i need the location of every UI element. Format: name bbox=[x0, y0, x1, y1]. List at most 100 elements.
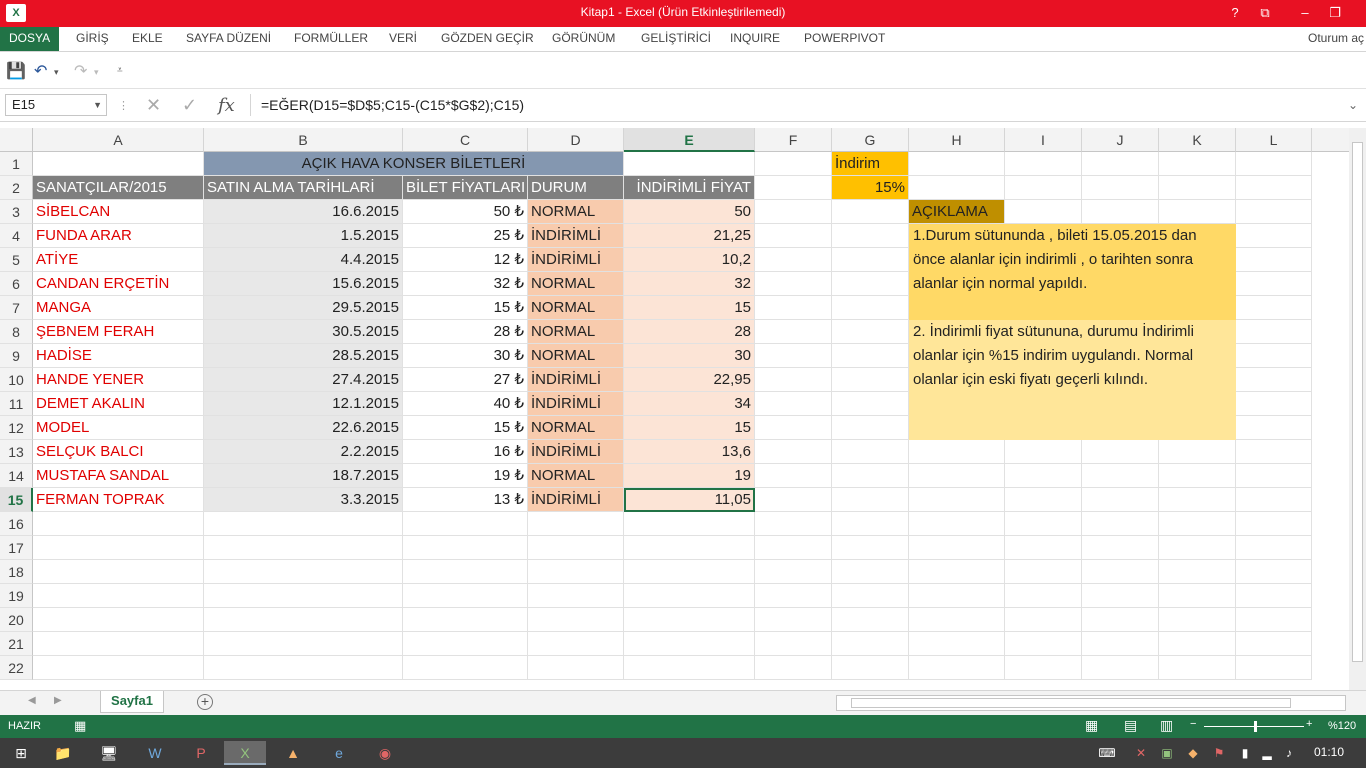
tab-sayfa-duzeni[interactable]: SAYFA DÜZENİ bbox=[186, 27, 271, 51]
column-header-g[interactable]: G bbox=[832, 128, 909, 152]
status-cell[interactable]: NORMAL bbox=[528, 464, 624, 488]
date-cell[interactable]: 12.1.2015 bbox=[204, 392, 403, 416]
grid-cell[interactable] bbox=[1005, 200, 1082, 224]
artist-cell[interactable]: FERMAN TOPRAK bbox=[33, 488, 204, 512]
status-cell[interactable]: İNDİRİMLİ bbox=[528, 224, 624, 248]
grid-cell[interactable] bbox=[204, 656, 403, 680]
row-header-14[interactable]: 14 bbox=[0, 464, 33, 488]
column-header-h[interactable]: H bbox=[909, 128, 1005, 152]
grid-cell[interactable] bbox=[204, 608, 403, 632]
discounted-price-cell[interactable]: 30 bbox=[624, 344, 755, 368]
row-header-8[interactable]: 8 bbox=[0, 320, 33, 344]
artist-cell[interactable]: FUNDA ARAR bbox=[33, 224, 204, 248]
status-cell[interactable]: İNDİRİMLİ bbox=[528, 440, 624, 464]
volume-icon[interactable]: ♪ bbox=[1268, 741, 1310, 765]
artist-cell[interactable]: SELÇUK BALCI bbox=[33, 440, 204, 464]
grid-cell[interactable] bbox=[403, 512, 528, 536]
status-cell[interactable]: NORMAL bbox=[528, 296, 624, 320]
grid-cell[interactable] bbox=[624, 560, 755, 584]
discount-label[interactable]: İndirim bbox=[832, 152, 909, 176]
internet-explorer-icon[interactable]: e bbox=[318, 741, 360, 765]
undo-dropdown-icon[interactable]: ▾ bbox=[54, 67, 59, 78]
save-icon[interactable]: 💾 bbox=[6, 61, 26, 81]
grid-cell[interactable] bbox=[33, 152, 204, 176]
help-button[interactable]: ? bbox=[1220, 0, 1250, 27]
grid-cell[interactable] bbox=[755, 488, 832, 512]
row-header-2[interactable]: 2 bbox=[0, 176, 33, 200]
sign-in-link[interactable]: Oturum aç bbox=[1308, 27, 1364, 49]
date-cell[interactable]: 3.3.2015 bbox=[204, 488, 403, 512]
column-title[interactable]: İNDİRİMLİ FİYAT bbox=[624, 176, 755, 200]
column-header-m[interactable] bbox=[1312, 128, 1352, 152]
grid-cell[interactable] bbox=[1159, 176, 1236, 200]
grid-cell[interactable] bbox=[624, 152, 755, 176]
windows-start-icon[interactable]: ⊞ bbox=[0, 741, 42, 765]
date-cell[interactable]: 22.6.2015 bbox=[204, 416, 403, 440]
grid-cell[interactable] bbox=[832, 248, 909, 272]
grid-cell[interactable] bbox=[1005, 464, 1082, 488]
grid-cell[interactable] bbox=[909, 656, 1005, 680]
grid-cell[interactable] bbox=[832, 320, 909, 344]
clock[interactable]: 01:10 bbox=[1314, 745, 1344, 759]
grid-cell[interactable] bbox=[33, 608, 204, 632]
row-header-19[interactable]: 19 bbox=[0, 584, 33, 608]
price-cell[interactable]: 15 ₺ bbox=[403, 296, 528, 320]
tab-inquire[interactable]: INQUIRE bbox=[730, 27, 780, 51]
grid-cell[interactable] bbox=[755, 224, 832, 248]
grid-cell[interactable] bbox=[33, 632, 204, 656]
grid-cell[interactable] bbox=[528, 560, 624, 584]
grid-cell[interactable] bbox=[909, 512, 1005, 536]
row-header-15[interactable]: 15 bbox=[0, 488, 33, 512]
artist-cell[interactable]: DEMET AKALIN bbox=[33, 392, 204, 416]
grid-cell[interactable] bbox=[909, 560, 1005, 584]
grid-cell[interactable] bbox=[1236, 512, 1312, 536]
grid-cell[interactable] bbox=[1005, 608, 1082, 632]
discounted-price-cell[interactable]: 21,25 bbox=[624, 224, 755, 248]
grid-cell[interactable] bbox=[624, 632, 755, 656]
grid-cell[interactable] bbox=[755, 176, 832, 200]
grid-cell[interactable] bbox=[755, 632, 832, 656]
normal-view-icon[interactable]: ▦ bbox=[1085, 717, 1098, 734]
column-title[interactable]: SANATÇILAR/2015 bbox=[33, 176, 204, 200]
grid-cell[interactable] bbox=[33, 656, 204, 680]
explanation-title[interactable]: AÇIKLAMA bbox=[909, 200, 1005, 224]
grid-cell[interactable] bbox=[1236, 152, 1312, 176]
grid-cell[interactable] bbox=[204, 632, 403, 656]
grid-cell[interactable] bbox=[1159, 584, 1236, 608]
grid-cell[interactable] bbox=[1159, 656, 1236, 680]
grid-cell[interactable] bbox=[755, 344, 832, 368]
grid-cell[interactable] bbox=[832, 464, 909, 488]
price-cell[interactable]: 19 ₺ bbox=[403, 464, 528, 488]
zoom-slider-handle[interactable] bbox=[1254, 721, 1257, 732]
prev-sheet-icon[interactable]: ◀ bbox=[28, 695, 36, 706]
artist-cell[interactable]: MODEL bbox=[33, 416, 204, 440]
column-header-e[interactable]: E bbox=[624, 128, 755, 152]
macro-record-icon[interactable]: ▦ bbox=[74, 718, 86, 734]
column-header-d[interactable]: D bbox=[528, 128, 624, 152]
status-cell[interactable]: NORMAL bbox=[528, 344, 624, 368]
grid-cell[interactable] bbox=[1082, 176, 1159, 200]
grid-cell[interactable] bbox=[755, 656, 832, 680]
tab-powerpivot[interactable]: POWERPIVOT bbox=[804, 27, 885, 51]
grid-cell[interactable] bbox=[832, 296, 909, 320]
grid-cell[interactable] bbox=[1005, 440, 1082, 464]
column-title[interactable]: DURUM bbox=[528, 176, 624, 200]
discounted-price-cell[interactable]: 19 bbox=[624, 464, 755, 488]
grid-cell[interactable] bbox=[33, 560, 204, 584]
grid-cell[interactable] bbox=[832, 344, 909, 368]
redo-dropdown-icon[interactable]: ▾ bbox=[94, 67, 99, 78]
grid-cell[interactable] bbox=[832, 608, 909, 632]
row-header-22[interactable]: 22 bbox=[0, 656, 33, 680]
price-cell[interactable]: 50 ₺ bbox=[403, 200, 528, 224]
date-cell[interactable]: 27.4.2015 bbox=[204, 368, 403, 392]
date-cell[interactable]: 30.5.2015 bbox=[204, 320, 403, 344]
row-header-6[interactable]: 6 bbox=[0, 272, 33, 296]
date-cell[interactable]: 1.5.2015 bbox=[204, 224, 403, 248]
grid-cell[interactable] bbox=[1236, 608, 1312, 632]
zoom-out-icon[interactable]: − bbox=[1190, 718, 1196, 730]
row-header-3[interactable]: 3 bbox=[0, 200, 33, 224]
grid-cell[interactable] bbox=[755, 560, 832, 584]
next-sheet-icon[interactable]: ▶ bbox=[54, 695, 62, 706]
grid-cell[interactable] bbox=[832, 584, 909, 608]
grid-cell[interactable] bbox=[1159, 512, 1236, 536]
